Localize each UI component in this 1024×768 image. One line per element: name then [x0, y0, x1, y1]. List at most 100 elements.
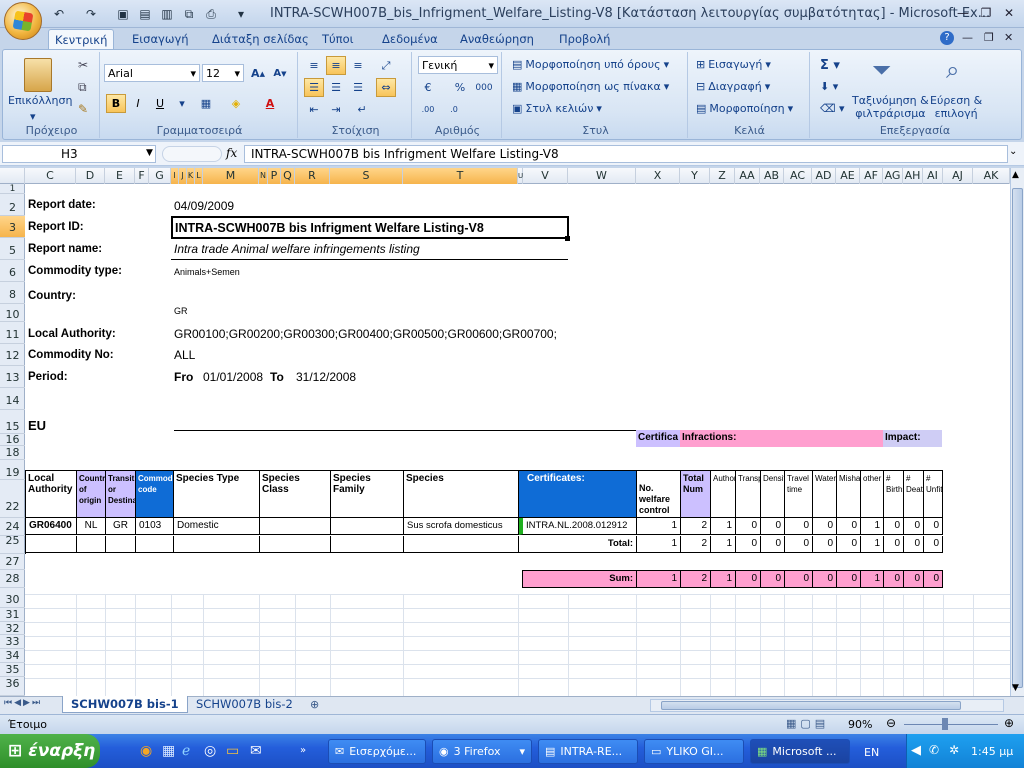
conditional-formatting-button[interactable]: ▤ Μορφοποίηση υπό όρους ▾ [512, 58, 669, 71]
total-cell[interactable]: 1 [861, 536, 884, 553]
sum-cell[interactable]: 1 [861, 571, 884, 588]
formula-bar-expander[interactable] [162, 146, 222, 162]
sum-cell[interactable]: 1 [711, 571, 736, 588]
column-header[interactable]: AJ [943, 168, 973, 184]
table-cell[interactable] [77, 536, 106, 553]
row-header[interactable]: 35 [0, 663, 25, 677]
column-header[interactable]: AK [973, 168, 1010, 184]
sum-cell[interactable]: 1 [637, 571, 681, 588]
align-bottom-icon[interactable]: ≡ [348, 56, 368, 75]
row-header[interactable]: 33 [0, 635, 25, 649]
sum-cell[interactable]: 0 [837, 571, 861, 588]
table-cell[interactable]: Sus scrofa domesticus [404, 518, 519, 535]
media-icon[interactable]: ◎ [204, 743, 216, 759]
table-cell[interactable] [331, 536, 404, 553]
row-header[interactable]: 19 [0, 460, 25, 480]
number-format-select[interactable]: Γενική ▾ [418, 56, 498, 74]
ribbon-minimize-icon[interactable]: — [962, 31, 973, 44]
table-cell[interactable]: 0 [761, 518, 785, 535]
table-cell[interactable]: NL [77, 518, 106, 535]
table-cell[interactable]: 0 [837, 518, 861, 535]
start-button[interactable]: ⊞ έναρξη [0, 734, 100, 768]
quicklaunch-more-icon[interactable]: » [300, 745, 306, 756]
total-cell[interactable]: 0 [736, 536, 761, 553]
fill-color-icon[interactable]: ◈ [226, 94, 246, 113]
table-cell[interactable]: 1 [637, 518, 681, 535]
total-cell[interactable]: 0 [761, 536, 785, 553]
zoom-in-icon[interactable]: ⊕ [1004, 716, 1014, 730]
row-header[interactable]: 12 [0, 344, 25, 366]
row-header[interactable]: 22 [0, 480, 25, 518]
table-cell[interactable] [404, 536, 519, 553]
font-color-icon[interactable]: A [260, 94, 280, 113]
print-icon[interactable]: ⎙ [202, 5, 220, 23]
table-cell[interactable]: 0 [785, 518, 813, 535]
table-cell[interactable]: 0103 [136, 518, 174, 535]
find-select-button[interactable]: Εύρεση & επιλογή [930, 94, 982, 120]
column-header[interactable]: X [636, 168, 680, 184]
help-icon[interactable]: ? [940, 31, 954, 45]
table-cell[interactable]: 1 [861, 518, 884, 535]
tab-home[interactable]: Κεντρική [48, 29, 115, 50]
table-cell[interactable]: Domestic [174, 518, 260, 535]
underline-icon[interactable]: U [150, 94, 170, 113]
column-header[interactable]: G [149, 168, 171, 184]
zoom-level[interactable]: 90% [848, 718, 872, 731]
align-center-icon[interactable]: ☰ [326, 78, 346, 97]
sheet-tab-2[interactable]: SCHW007B bis-2 [188, 696, 301, 713]
table-cell[interactable]: 1 [711, 518, 736, 535]
sort-filter-button[interactable]: Ταξινόμηση & φιλτράρισμα [852, 94, 929, 120]
row-header[interactable]: 16 [0, 434, 25, 446]
column-header[interactable]: AA [735, 168, 760, 184]
ribbon-close-icon[interactable]: ✕ [1004, 31, 1013, 44]
taskbar-item-intra[interactable]: ▤ INTRA-RE... [538, 739, 638, 764]
tab-view[interactable]: Προβολή [553, 29, 616, 50]
column-header[interactable]: J [179, 168, 187, 184]
name-box-dropdown-icon[interactable]: ▼ [146, 148, 153, 158]
view-buttons-icon[interactable]: ▦▢▤ [786, 717, 829, 730]
percent-icon[interactable]: % [450, 78, 470, 97]
tray-expand-icon[interactable]: ◀ [911, 743, 921, 758]
autosum-icon[interactable]: Σ ▾ [820, 58, 840, 73]
column-header[interactable]: M [203, 168, 259, 184]
table-cell[interactable] [136, 536, 174, 553]
tray-network-icon[interactable]: ✆ [929, 743, 939, 757]
table-cell[interactable]: 0 [736, 518, 761, 535]
sum-cell[interactable]: 0 [761, 571, 785, 588]
scroll-thumb[interactable] [1012, 188, 1023, 688]
paste-button[interactable]: Επικόλληση [8, 94, 72, 107]
sum-cell[interactable]: 0 [884, 571, 904, 588]
column-header[interactable]: K [187, 168, 195, 184]
h-scroll-thumb[interactable] [661, 701, 961, 710]
align-right-icon[interactable]: ☰ [348, 78, 368, 97]
row-header[interactable]: 32 [0, 622, 25, 635]
tray-app-icon[interactable]: ✲ [949, 743, 959, 757]
row-header[interactable]: 13 [0, 366, 25, 388]
column-header[interactable]: F [135, 168, 149, 184]
table-cell[interactable]: 0 [813, 518, 837, 535]
undo-icon[interactable]: ↶ [50, 5, 68, 23]
row-header[interactable]: 6 [0, 260, 25, 282]
formula-input[interactable]: INTRA-SCWH007B bis Infrigment Welfare Li… [244, 145, 1008, 163]
table-cell[interactable] [174, 536, 260, 553]
save-icon[interactable]: ▣ [114, 5, 132, 23]
column-header[interactable]: S [330, 168, 403, 184]
total-cell[interactable]: 1 [711, 536, 736, 553]
table-cell[interactable]: 0 [904, 518, 924, 535]
row-header[interactable]: 3 [0, 216, 25, 238]
row-header[interactable]: 27 [0, 554, 25, 570]
column-header[interactable]: C [25, 168, 76, 184]
restore-icon[interactable]: ❐ [975, 4, 997, 22]
tab-data[interactable]: Δεδομένα [376, 29, 444, 50]
firefox-icon[interactable]: ◉ [140, 743, 152, 759]
increase-decimal-icon[interactable]: .00 [418, 100, 438, 119]
table-cell[interactable] [260, 518, 331, 535]
vertical-scrollbar[interactable]: ▲ ▼ [1010, 168, 1024, 696]
taskbar-item-yliko[interactable]: ▭ YLIKO GI... [644, 739, 744, 764]
shrink-font-icon[interactable]: A ▼ [270, 64, 290, 83]
row-header[interactable]: 34 [0, 649, 25, 663]
table-cell[interactable]: INTRA.NL.2008.012912 [519, 518, 637, 535]
sum-cell[interactable]: 0 [924, 571, 943, 588]
horizontal-scrollbar[interactable] [650, 699, 1004, 712]
worksheet[interactable]: Report date: 04/09/2009 Report ID: INTRA… [25, 184, 1010, 696]
